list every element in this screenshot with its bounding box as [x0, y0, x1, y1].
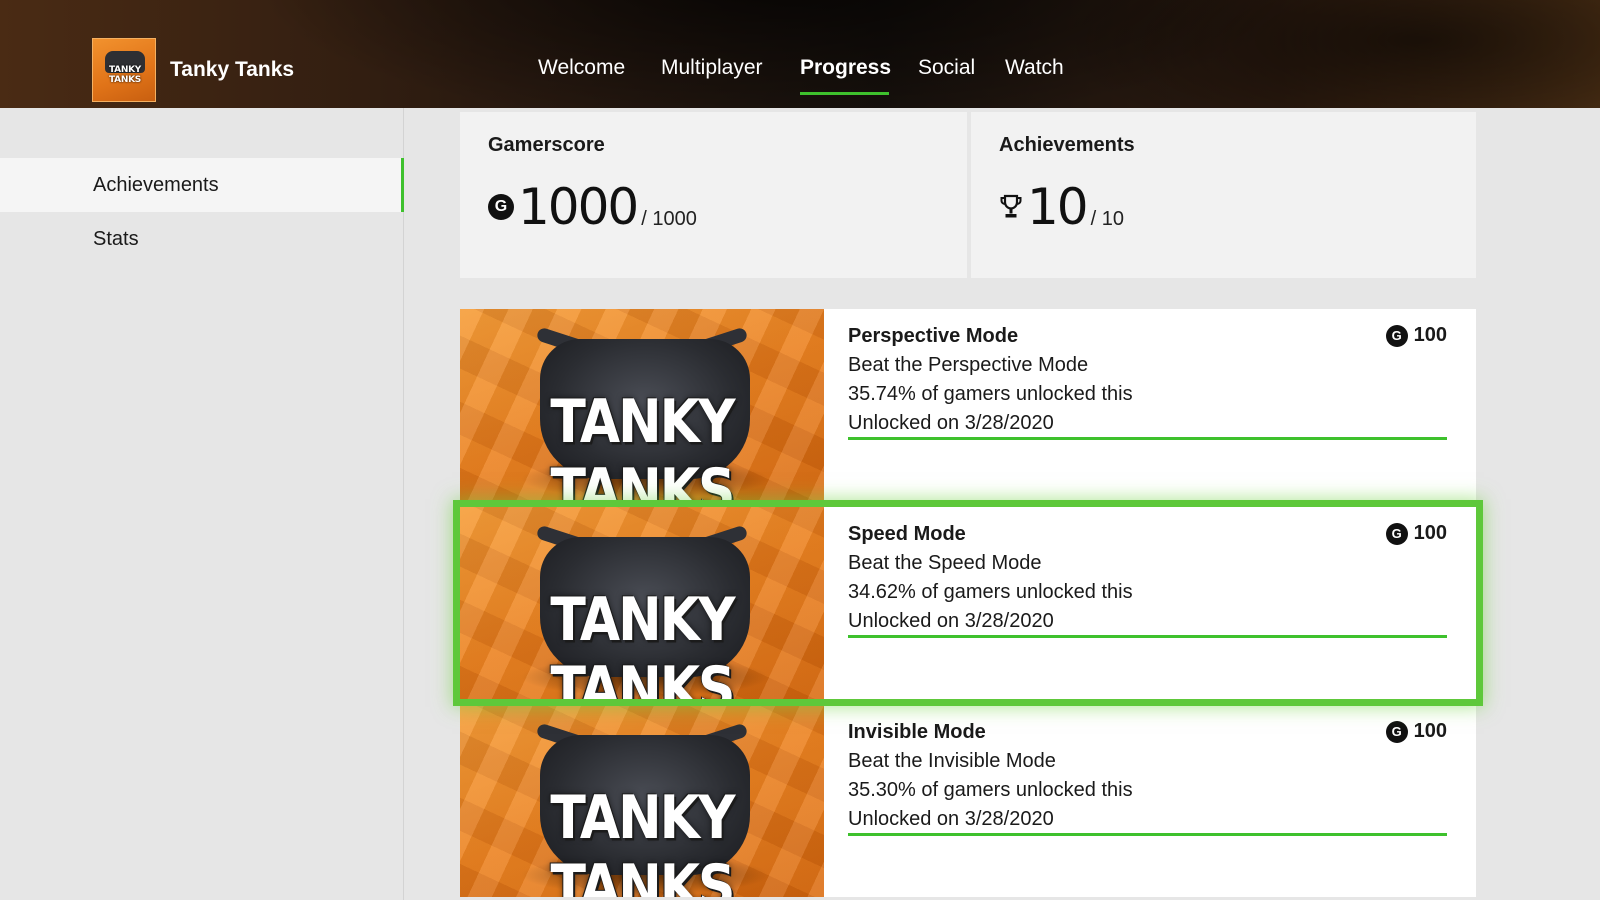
- sidebar-item-stats[interactable]: Stats: [0, 212, 404, 266]
- sidebar: Achievements Stats: [0, 108, 404, 900]
- sidebar-item-achievements[interactable]: Achievements: [0, 158, 404, 212]
- gamerscore-value-row: G 1000/ 1000: [488, 178, 697, 238]
- achievement-score-value: 100: [1413, 324, 1447, 346]
- achievements-value: 10: [1027, 178, 1089, 236]
- achievement-name: Invisible Mode: [848, 721, 986, 743]
- achievement-score-value: 100: [1413, 522, 1447, 544]
- achievement-unlock-date: Unlocked on 3/28/2020: [848, 610, 1054, 632]
- achievements-card: Achievements 10/ 10: [971, 112, 1476, 278]
- achievements-max: / 10: [1090, 208, 1124, 231]
- achievement-art-text: TANKY TANKS: [550, 784, 735, 897]
- gamerscore-icon: G: [1385, 523, 1408, 545]
- tab-welcome[interactable]: Welcome: [538, 56, 625, 80]
- active-tab-indicator: [800, 92, 889, 95]
- achievement-progress-bar: [848, 833, 1447, 836]
- achievement-score: G 100: [1385, 522, 1447, 545]
- gamerscore-icon: G: [488, 194, 514, 220]
- achievement-description: Beat the Invisible Mode: [848, 750, 1056, 772]
- achievement-progress-bar: [848, 635, 1447, 638]
- trophy-icon: [1000, 194, 1022, 218]
- achievement-description: Beat the Speed Mode: [848, 552, 1042, 574]
- achievement-description: Beat the Perspective Mode: [848, 354, 1089, 376]
- achievement-art: TANKY TANKS: [460, 507, 824, 699]
- achievement-unlock-date: Unlocked on 3/28/2020: [848, 808, 1054, 830]
- achievements-value-row: 10/ 10: [999, 178, 1124, 238]
- top-header: TANKY TANKS Tanky Tanks Welcome Multipla…: [0, 0, 1600, 108]
- achievement-art: TANKY TANKS: [460, 309, 824, 501]
- achievements-title: Achievements: [999, 134, 1135, 156]
- tab-watch[interactable]: Watch: [1005, 56, 1064, 80]
- achievement-unlock-percent: 34.62% of gamers unlocked this: [848, 581, 1133, 603]
- achievement-item-perspective-mode[interactable]: TANKY TANKS Perspective Mode Beat the Pe…: [460, 309, 1476, 501]
- gamerscore-icon: G: [1385, 325, 1408, 347]
- achievement-item-speed-mode[interactable]: TANKY TANKS Speed Mode Beat the Speed Mo…: [453, 500, 1483, 706]
- gamerscore-icon: G: [1385, 721, 1408, 743]
- tab-multiplayer[interactable]: Multiplayer: [661, 56, 763, 80]
- gamerscore-max: / 1000: [641, 208, 697, 231]
- achievement-score: G 100: [1385, 324, 1447, 347]
- achievement-item-invisible-mode[interactable]: TANKY TANKS Invisible Mode Beat the Invi…: [460, 705, 1476, 897]
- achievement-score: G 100: [1385, 720, 1447, 743]
- achievement-name: Perspective Mode: [848, 325, 1019, 347]
- gamerscore-card: Gamerscore G 1000/ 1000: [460, 112, 967, 278]
- achievement-progress-bar: [848, 437, 1447, 440]
- achievement-art: TANKY TANKS: [460, 705, 824, 897]
- achievement-art-text: TANKY TANKS: [550, 388, 735, 501]
- achievement-unlock-percent: 35.30% of gamers unlocked this: [848, 779, 1133, 801]
- achievement-name: Speed Mode: [848, 523, 966, 545]
- achievement-score-value: 100: [1413, 720, 1447, 742]
- gamerscore-value: 1000: [518, 178, 639, 236]
- achievement-unlock-percent: 35.74% of gamers unlocked this: [848, 383, 1133, 405]
- tab-social[interactable]: Social: [918, 56, 975, 80]
- gamerscore-title: Gamerscore: [488, 134, 605, 156]
- nav-tabs: Welcome Multiplayer Progress Social Watc…: [0, 0, 1600, 108]
- achievement-unlock-date: Unlocked on 3/28/2020: [848, 412, 1054, 434]
- achievement-art-text: TANKY TANKS: [550, 586, 735, 699]
- tab-progress[interactable]: Progress: [800, 56, 891, 80]
